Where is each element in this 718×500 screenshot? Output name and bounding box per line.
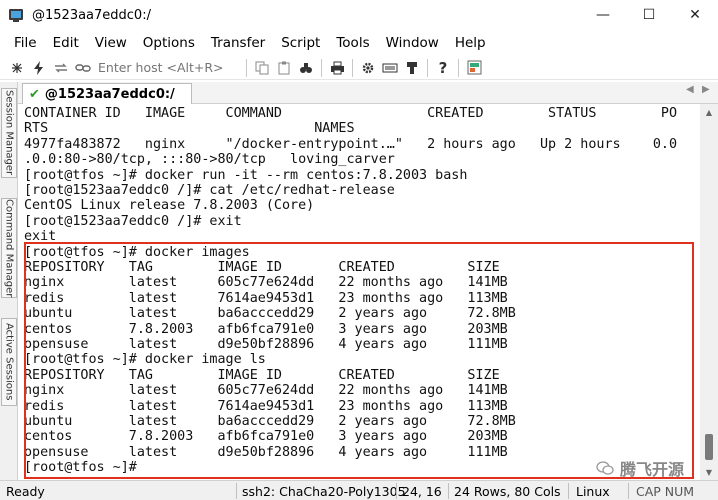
terminal-line: CONTAINER ID IMAGE COMMAND CREATED STATU… [24,106,678,121]
keymap-icon[interactable] [379,58,401,78]
enter-host-input[interactable] [94,57,242,78]
reconnect-icon[interactable] [50,58,72,78]
status-bar: Ready ssh2: ChaCha20-Poly1305 24, 16 24 … [0,480,718,500]
securecrt-app-icon [8,7,24,23]
terminal-line: centos 7.8.2003 afb6fca791e0 3 years ago… [24,429,508,445]
session-tab-bar: ✔ @1523aa7eddc0:/ ◀ ▶ [18,82,718,104]
side-panel: Session Manager Command Manager Active S… [0,82,18,480]
terminal-line: nginx latest 605c77e624dd 22 months ago … [24,383,508,399]
menu-window[interactable]: Window [378,35,447,51]
status-os: Linux [576,483,610,499]
quick-connect-icon[interactable] [28,58,50,78]
watermark: 腾飞开源 [596,456,684,480]
terminal-screen[interactable]: CONTAINER ID IMAGE COMMAND CREATED STATU… [18,104,700,480]
status-divider [628,483,629,499]
copy-icon[interactable] [251,58,273,78]
tab-scroll-left-icon[interactable]: ◀ [686,84,694,95]
terminal-line: ubuntu latest ba6acccedd29 2 years ago 7… [24,414,516,429]
menu-script[interactable]: Script [273,35,328,51]
terminal-line: [root@1523aa7eddc0 /]# cat /etc/redhat-r… [24,183,395,198]
terminal-line: redis latest 7614ae9453d1 23 months ago … [24,398,508,414]
status-ready: Ready [6,483,45,499]
connect-icon[interactable] [6,58,28,78]
terminal-line: CentOS Linux release 7.8.2003 (Core) [24,198,315,214]
terminal-line: [root@tfos ~]# [24,460,145,476]
command-manager-tab[interactable]: Command Manager [1,198,17,298]
gear-icon[interactable] [357,58,379,78]
session-tab[interactable]: ✔ @1523aa7eddc0:/ [22,83,192,104]
terminal-line: [root@tfos ~]# docker run -it --rm cento… [24,167,468,183]
session-tab-label: @1523aa7eddc0:/ [44,86,175,102]
terminal-line: REPOSITORY TAG IMAGE ID CREATED SIZE [24,367,500,383]
status-cipher: ssh2: ChaCha20-Poly1305 [242,483,406,499]
menu-transfer[interactable]: Transfer [203,35,273,51]
terminal-line: redis latest 7614ae9453d1 23 months ago … [24,290,508,306]
status-divider [568,483,569,499]
terminal-scrollbar[interactable]: ▲ ▼ [700,104,718,480]
terminal-line: .0.0:80->80/tcp, :::80->80/tcp loving_ca… [24,152,395,168]
window-title: @1523aa7eddc0:/ [32,7,151,23]
terminal-line: [root@tfos ~]# docker image ls [24,352,266,368]
print-icon[interactable] [326,58,348,78]
terminal-line: opensuse latest d9e50bf28896 4 years ago… [24,337,508,352]
toolbar: ? [0,56,718,80]
status-divider [396,483,397,499]
toolbar-separator [352,58,353,77]
sftp-icon[interactable] [401,58,423,78]
menu-edit[interactable]: Edit [45,35,87,51]
terminal-line: opensuse latest d9e50bf28896 4 years ago… [24,444,508,460]
menu-options[interactable]: Options [135,35,203,51]
terminal-line: REPOSITORY TAG IMAGE ID CREATED SIZE [24,260,500,275]
toolbar-separator [246,58,247,77]
menu-tools[interactable]: Tools [328,35,377,51]
toolbar-separator [427,58,428,77]
connected-check-icon: ✔ [29,86,40,102]
terminal-line: exit [24,229,57,245]
active-sessions-label: Active Sessions [3,323,15,401]
close-button[interactable]: ✕ [672,0,718,30]
minimize-button[interactable]: — [580,0,626,30]
terminal-line: nginx latest 605c77e624dd 22 months ago … [24,275,508,291]
link-icon[interactable] [72,58,94,78]
maximize-button[interactable]: ☐ [626,0,672,30]
session-manager-tab[interactable]: Session Manager [1,88,17,178]
terminal-line: ubuntu latest ba6acccedd29 2 years ago 7… [24,306,516,322]
find-icon[interactable] [295,58,317,78]
scroll-up-icon[interactable]: ▲ [700,104,718,120]
paste-icon[interactable] [273,58,295,78]
active-sessions-tab[interactable]: Active Sessions [1,318,17,406]
terminal-line: centos 7.8.2003 afb6fca791e0 3 years ago… [24,321,508,337]
status-terminal-size: 24 Rows, 80 Cols [454,483,561,499]
wechat-icon [596,461,614,475]
session-options-icon[interactable] [463,58,485,78]
menu-bar: File Edit View Options Transfer Script T… [0,30,718,56]
session-manager-label: Session Manager [3,90,15,176]
help-icon[interactable]: ? [432,58,454,78]
scroll-down-icon[interactable]: ▼ [700,464,718,480]
toolbar-separator [458,58,459,77]
scrollbar-thumb[interactable] [705,434,713,460]
terminal-line: RTS NAMES [24,121,355,137]
tab-scroll-right-icon[interactable]: ▶ [702,84,710,95]
terminal-line: [root@1523aa7eddc0 /]# exit [24,213,242,229]
status-divider [236,483,237,499]
toolbar-separator [321,58,322,77]
status-divider [448,483,449,499]
terminal-line: 4977fa483872 nginx "/docker-entrypoint.…… [24,136,678,152]
title-bar: @1523aa7eddc0:/ — ☐ ✕ [0,0,718,30]
menu-help[interactable]: Help [447,35,494,51]
terminal-line: [root@tfos ~]# docker images [24,244,250,260]
menu-view[interactable]: View [87,35,135,51]
watermark-text: 腾飞开源 [620,460,685,479]
status-key-indicators: CAP NUM [636,483,695,499]
command-manager-label: Command Manager [3,198,15,298]
status-cursor-position: 24, 16 [402,483,442,499]
menu-file[interactable]: File [6,35,45,51]
